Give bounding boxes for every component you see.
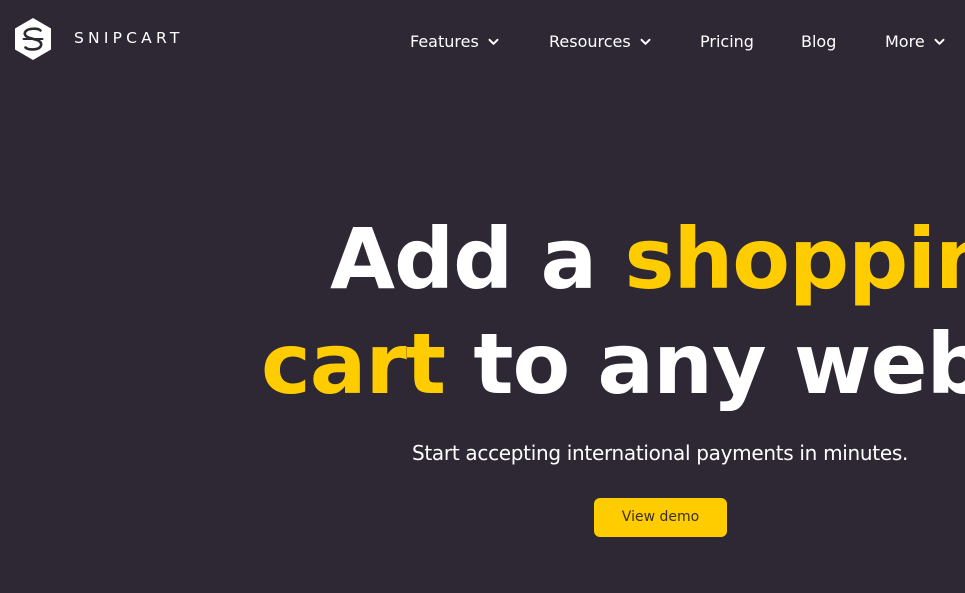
chevron-down-icon [488,38,499,45]
logo-link[interactable]: SNIPCART [13,17,184,61]
hero-heading-yellow-part-2: cart [261,315,446,413]
nav-item-pricing-label: Pricing [700,32,754,51]
hero-heading-line-1: Add a shopping [330,209,965,309]
nav-item-more-label: More [885,32,925,51]
page: SNIPCART Features Resources Pricing Blog… [0,0,965,593]
nav-item-more[interactable]: More [885,30,945,54]
hero-heading-yellow-part-1: shopping [624,210,965,308]
nav-item-resources[interactable]: Resources [549,30,651,54]
nav-item-features[interactable]: Features [410,30,499,54]
nav-item-features-label: Features [410,32,479,51]
chevron-down-icon [934,38,945,45]
nav-item-resources-label: Resources [549,32,631,51]
hero-heading-line-2: cart to any website [261,314,965,414]
hero-heading-white-part-1: Add a [330,210,597,308]
hero-heading-white-part-2: to any website [473,315,965,413]
hero-subtitle: Start accepting international payments i… [412,441,909,465]
snipcart-hexagon-s-icon [15,18,51,60]
nav-item-blog-label: Blog [801,32,837,51]
view-demo-button[interactable]: View demo [594,498,727,537]
nav-item-blog[interactable]: Blog [801,30,836,54]
chevron-down-icon [640,38,651,45]
nav-item-pricing[interactable]: Pricing [700,30,754,54]
brand-name: SNIPCART [74,29,184,47]
